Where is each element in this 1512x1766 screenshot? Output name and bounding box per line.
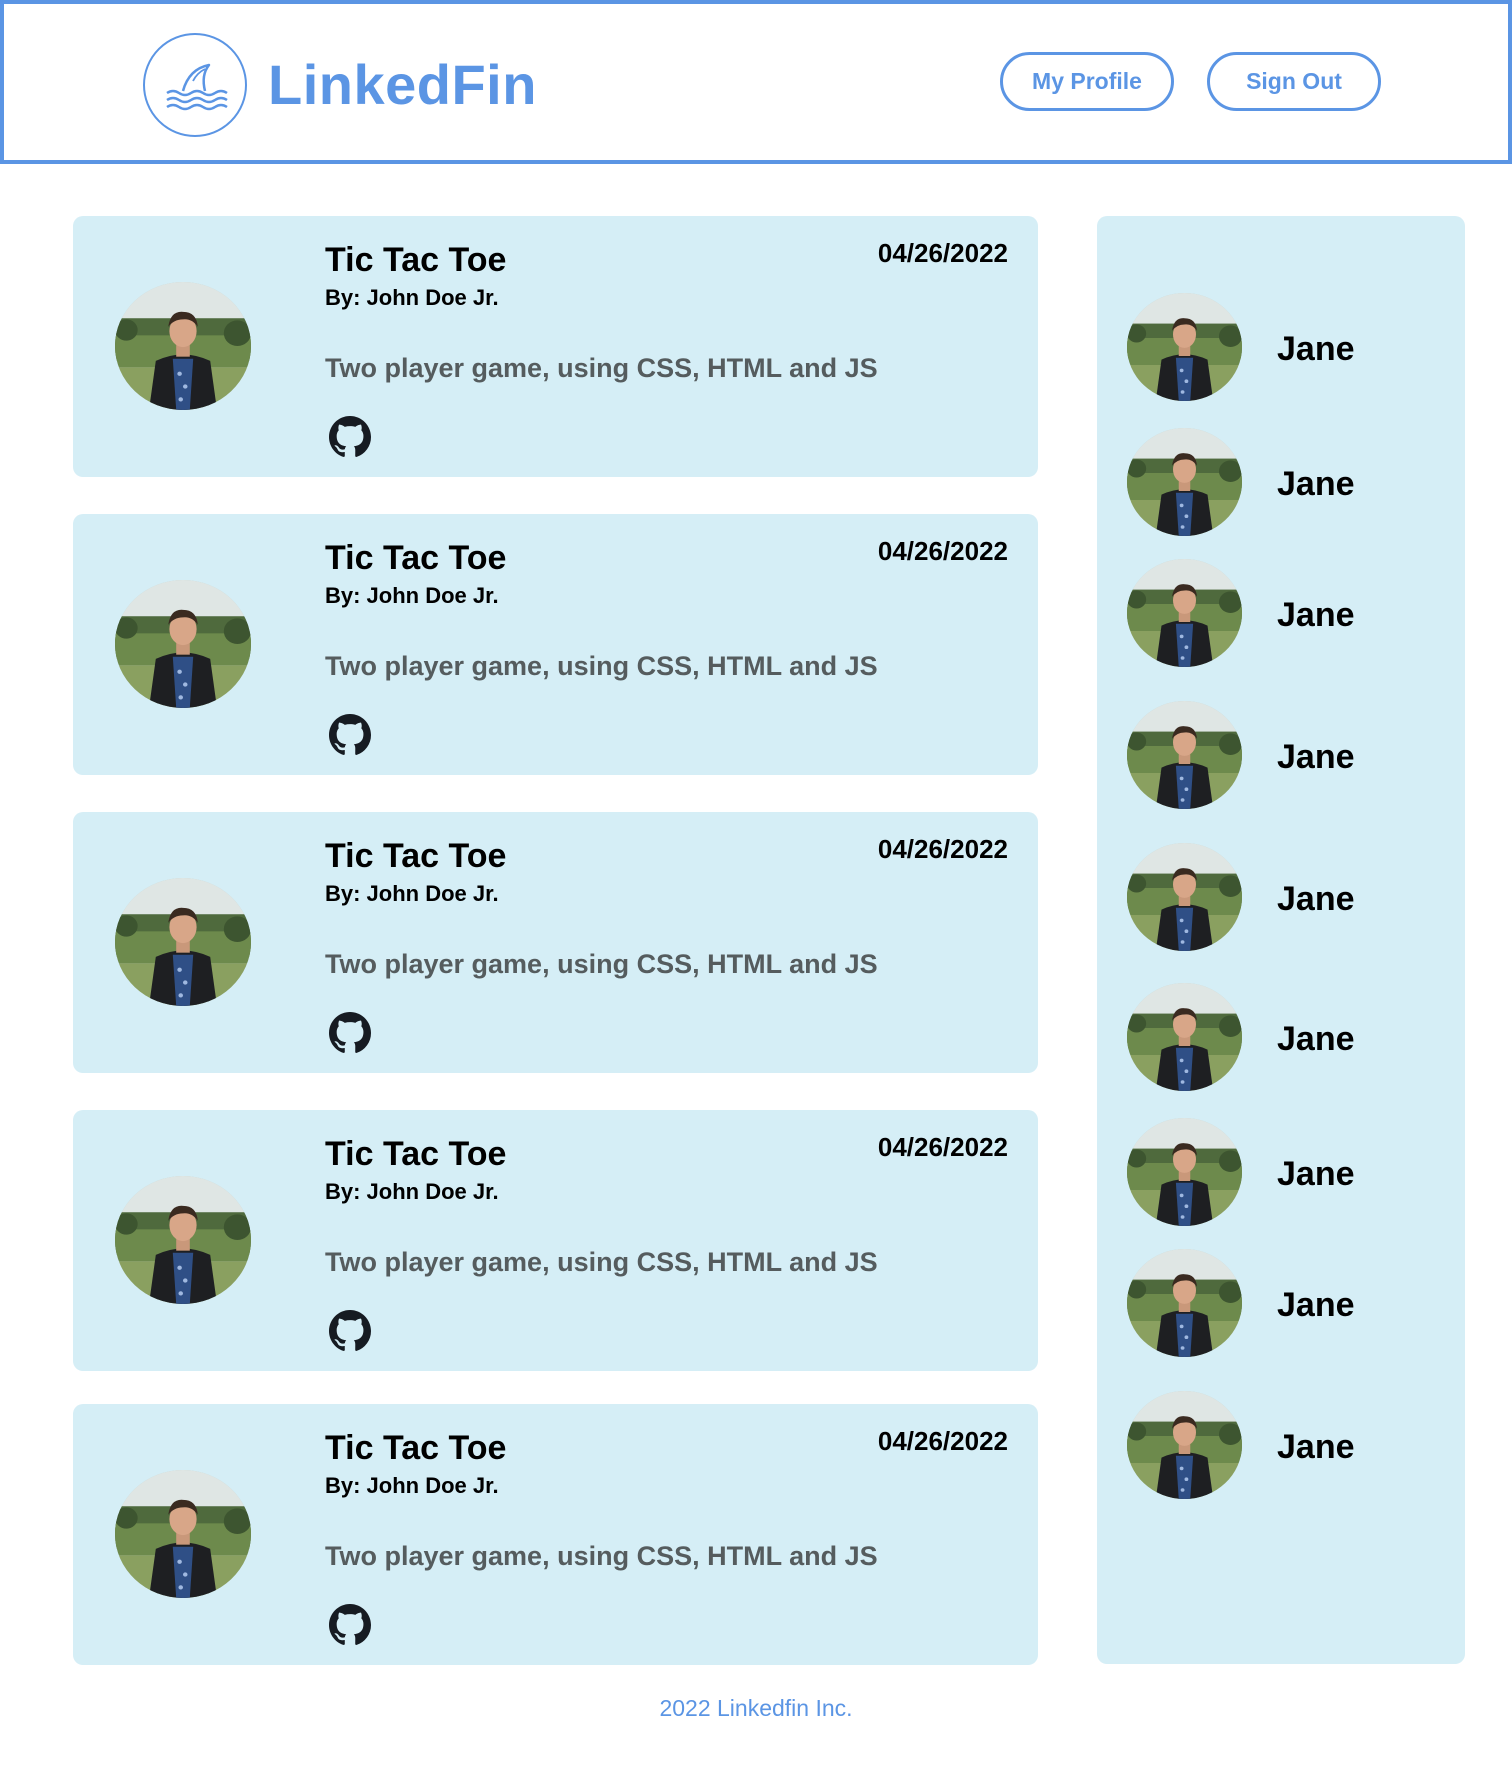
project-description: Two player game, using CSS, HTML and JS [325,949,878,979]
friend-item[interactable]: Jane [1127,1118,1427,1226]
github-icon[interactable] [325,1604,375,1646]
project-date: 04/26/2022 [877,1426,1008,1456]
friend-item[interactable]: Jane [1127,1249,1427,1357]
friend-avatar [1127,1249,1242,1357]
project-date: 04/26/2022 [877,834,1008,864]
project-description: Two player game, using CSS, HTML and JS [325,1247,878,1277]
project-card: Tic Tac Toe By: John Doe Jr. 04/26/2022 … [73,514,1038,775]
friend-avatar [1127,293,1242,401]
sign-out-button[interactable]: Sign Out [1207,52,1381,111]
friend-name: Jane [1277,1428,1355,1466]
github-icon[interactable] [325,714,375,756]
project-card: Tic Tac Toe By: John Doe Jr. 04/26/2022 … [73,216,1038,477]
friend-name: Jane [1277,596,1355,634]
project-date: 04/26/2022 [877,238,1008,268]
friend-avatar [1127,559,1242,667]
github-icon[interactable] [325,1310,375,1352]
project-title: Tic Tac Toe [325,539,507,577]
project-description: Two player game, using CSS, HTML and JS [325,353,878,383]
author-avatar[interactable] [115,580,251,708]
github-icon[interactable] [325,1012,375,1054]
project-author: By: John Doe Jr. [325,881,499,906]
project-author: By: John Doe Jr. [325,1473,499,1498]
project-description: Two player game, using CSS, HTML and JS [325,651,878,681]
friend-item[interactable]: Jane [1127,701,1427,809]
friend-avatar [1127,983,1242,1091]
project-description: Two player game, using CSS, HTML and JS [325,1541,878,1571]
friend-item[interactable]: Jane [1127,559,1427,667]
author-avatar[interactable] [115,1470,251,1598]
shark-fin-waves-icon [166,63,228,111]
my-profile-button[interactable]: My Profile [1000,52,1174,111]
friend-avatar [1127,1118,1242,1226]
project-author: By: John Doe Jr. [325,285,499,310]
friend-item[interactable]: Jane [1127,843,1427,951]
author-avatar[interactable] [115,878,251,1006]
friend-name: Jane [1277,1155,1355,1193]
friend-avatar [1127,843,1242,951]
brand-name[interactable]: LinkedFin [268,50,537,120]
project-title: Tic Tac Toe [325,1429,507,1467]
friend-name: Jane [1277,465,1355,503]
friend-item[interactable]: Jane [1127,1391,1427,1499]
project-author: By: John Doe Jr. [325,1179,499,1204]
github-icon[interactable] [325,416,375,458]
friend-name: Jane [1277,880,1355,918]
project-title: Tic Tac Toe [325,837,507,875]
friends-sidebar: Jane Jane Jane Jane Jane Jane Jane Jane … [1097,216,1465,1664]
friend-item[interactable]: Jane [1127,428,1427,536]
friend-name: Jane [1277,330,1355,368]
friend-name: Jane [1277,1286,1355,1324]
friend-avatar [1127,428,1242,536]
friend-item[interactable]: Jane [1127,983,1427,1091]
top-navbar: LinkedFin My Profile Sign Out [0,0,1512,164]
friend-item[interactable]: Jane [1127,293,1427,401]
project-date: 04/26/2022 [877,536,1008,566]
project-card: Tic Tac Toe By: John Doe Jr. 04/26/2022 … [73,1110,1038,1371]
logo-icon[interactable] [143,33,247,137]
friend-avatar [1127,1391,1242,1499]
author-avatar[interactable] [115,1176,251,1304]
friend-name: Jane [1277,738,1355,776]
friend-avatar [1127,701,1242,809]
project-author: By: John Doe Jr. [325,583,499,608]
footer-copyright: 2022 Linkedfin Inc. [659,1695,853,1721]
author-avatar[interactable] [115,282,251,410]
friend-name: Jane [1277,1020,1355,1058]
project-card: Tic Tac Toe By: John Doe Jr. 04/26/2022 … [73,1404,1038,1665]
project-title: Tic Tac Toe [325,1135,507,1173]
project-title: Tic Tac Toe [325,241,507,279]
project-card: Tic Tac Toe By: John Doe Jr. 04/26/2022 … [73,812,1038,1073]
project-date: 04/26/2022 [877,1132,1008,1162]
